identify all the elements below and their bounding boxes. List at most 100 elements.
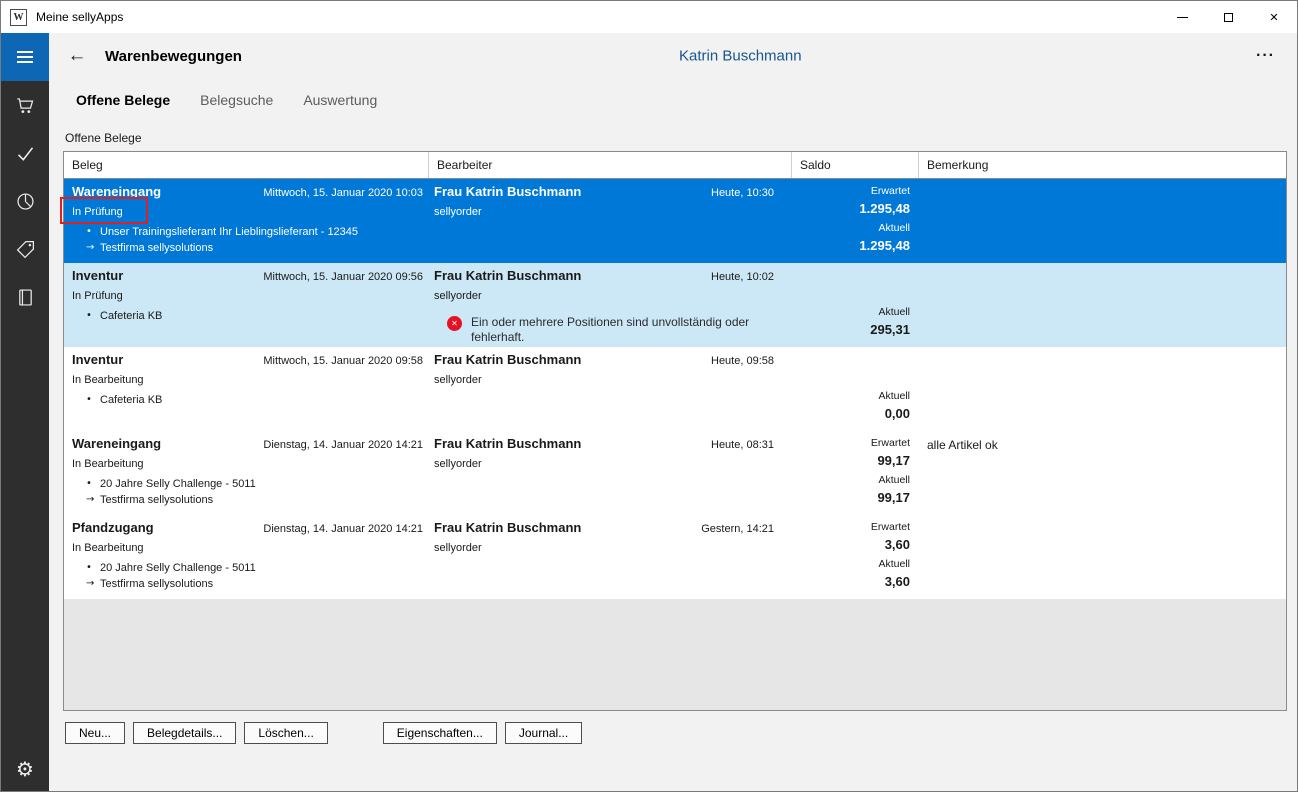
table-row[interactable]: Inventur Mittwoch, 15. Januar 2020 09:58…	[64, 347, 1286, 431]
app-logo-letter: W	[14, 12, 24, 23]
saldo-actual-label: Aktuell	[792, 556, 910, 573]
beleg-items: •Cafeteria KB	[72, 394, 423, 406]
eigenschaften-button[interactable]: Eigenschaften...	[383, 722, 497, 744]
bearbeiter-name: Frau Katrin Buschmann	[434, 184, 581, 199]
cart-icon	[15, 95, 36, 116]
table-row[interactable]: Wareneingang Dienstag, 14. Januar 2020 1…	[64, 431, 1286, 515]
action-bar: Neu... Belegdetails... Löschen... Eigens…	[65, 722, 1297, 744]
titlebar: W Meine sellyApps ✕	[1, 1, 1297, 33]
bullet-icon: •	[86, 310, 100, 322]
bemerkung-cell	[919, 179, 1286, 263]
loeschen-button[interactable]: Löschen...	[244, 722, 327, 744]
saldo-expected-value: 99,17	[792, 452, 910, 472]
sidebar-item-cart[interactable]	[1, 81, 49, 129]
beleg-target-item: →Testfirma sellysolutions	[72, 242, 423, 254]
bemerkung-cell	[919, 515, 1286, 599]
beleg-detail-item: •Cafeteria KB	[72, 394, 423, 406]
error-text: Ein oder mehrere Positionen sind unvolls…	[471, 315, 763, 344]
beleg-cell: Wareneingang Dienstag, 14. Januar 2020 1…	[64, 431, 429, 515]
beleg-date: Dienstag, 14. Januar 2020 14:21	[263, 439, 423, 451]
minimize-icon	[1177, 17, 1188, 18]
beleg-status: In Bearbeitung	[72, 542, 423, 554]
bemerkung-cell	[919, 347, 1286, 431]
table-row[interactable]: Pfandzugang Dienstag, 14. Januar 2020 14…	[64, 515, 1286, 599]
table-caption: Offene Belege	[65, 131, 1297, 145]
saldo-expected-label: Erwartet	[792, 435, 910, 452]
bearbeiter-time: Heute, 10:02	[711, 271, 774, 283]
beleg-date: Mittwoch, 15. Januar 2020 09:56	[263, 271, 423, 283]
app-logo-icon: W	[10, 9, 27, 26]
table-row[interactable]: Inventur Mittwoch, 15. Januar 2020 09:56…	[64, 263, 1286, 347]
app-window: W Meine sellyApps ✕	[0, 0, 1298, 792]
bearbeiter-cell: Frau Katrin Buschmann Heute, 10:02 selly…	[429, 263, 792, 347]
saldo-actual-value: 295,31	[792, 321, 910, 341]
sidebar-spacer	[1, 321, 49, 745]
beleg-status: In Bearbeitung	[72, 374, 423, 386]
beleg-items: •20 Jahre Selly Challenge - 5011→Testfir…	[72, 562, 423, 590]
back-icon: ←	[68, 45, 87, 67]
beleg-type: Inventur	[72, 352, 123, 367]
bemerkung-cell	[919, 263, 1286, 347]
beleg-items: •Unser Trainingslieferant Ihr Lieblingsl…	[72, 226, 423, 254]
saldo-expected-label	[792, 267, 910, 284]
user-name[interactable]: Katrin Buschmann	[679, 48, 802, 65]
body-area: Offene Belege Beleg Bearbeiter Saldo Bem…	[49, 121, 1297, 744]
beleg-type: Pfandzugang	[72, 520, 154, 535]
column-header-beleg: Beleg	[64, 152, 429, 178]
belegdetails-button[interactable]: Belegdetails...	[133, 722, 236, 744]
saldo-cell: Erwartet 1.295,48 Aktuell 1.295,48	[792, 179, 919, 263]
bearbeiter-name: Frau Katrin Buschmann	[434, 436, 581, 451]
bearbeiter-app: sellyorder	[434, 458, 774, 470]
sidebar-item-journal[interactable]	[1, 273, 49, 321]
saldo-expected-label: Erwartet	[792, 519, 910, 536]
bearbeiter-time: Heute, 08:31	[711, 439, 774, 451]
menu-button[interactable]	[1, 33, 49, 81]
back-button[interactable]: ←	[62, 41, 92, 71]
beleg-cell: Pfandzugang Dienstag, 14. Januar 2020 14…	[64, 515, 429, 599]
bullet-icon: •	[86, 394, 100, 406]
price-tag-icon	[15, 239, 36, 260]
bearbeiter-app: sellyorder	[434, 374, 774, 386]
beleg-detail-item: •Cafeteria KB	[72, 310, 423, 322]
journal-button[interactable]: Journal...	[505, 722, 582, 744]
tab-belegsuche[interactable]: Belegsuche	[200, 92, 273, 108]
beleg-date: Dienstag, 14. Januar 2020 14:21	[263, 523, 423, 535]
arrow-icon: →	[86, 242, 100, 254]
content-area: ← Warenbewegungen Katrin Buschmann ··· O…	[49, 33, 1297, 792]
minimize-button[interactable]	[1159, 1, 1205, 33]
error-icon: ✕	[447, 316, 462, 331]
beleg-target-item: →Testfirma sellysolutions	[72, 494, 423, 506]
sidebar-item-belege[interactable]	[1, 129, 49, 177]
table-body: Wareneingang Mittwoch, 15. Januar 2020 1…	[64, 179, 1286, 599]
bearbeiter-name: Frau Katrin Buschmann	[434, 520, 581, 535]
beleg-cell: Inventur Mittwoch, 15. Januar 2020 09:58…	[64, 347, 429, 431]
saldo-expected-label: Erwartet	[792, 183, 910, 200]
error-message: ✕ Ein oder mehrere Positionen sind unvol…	[447, 315, 774, 344]
neu-button[interactable]: Neu...	[65, 722, 125, 744]
beleg-status: In Prüfung	[72, 290, 423, 302]
bearbeiter-cell: Frau Katrin Buschmann Heute, 09:58 selly…	[429, 347, 792, 431]
tab-bar: Offene Belege Belegsuche Auswertung	[49, 79, 1297, 121]
bearbeiter-app: sellyorder	[434, 542, 774, 554]
sidebar-item-settings[interactable]: ⚙	[1, 745, 49, 792]
bearbeiter-cell: Frau Katrin Buschmann Heute, 10:30 selly…	[429, 179, 792, 263]
tab-auswertung[interactable]: Auswertung	[303, 92, 377, 108]
saldo-actual-label: Aktuell	[792, 388, 910, 405]
saldo-cell: Erwartet 3,60 Aktuell 3,60	[792, 515, 919, 599]
bearbeiter-name: Frau Katrin Buschmann	[434, 268, 581, 283]
beleg-status: In Prüfung	[72, 206, 423, 218]
tab-offene-belege[interactable]: Offene Belege	[76, 92, 170, 108]
page-title: Warenbewegungen	[105, 48, 242, 65]
maximize-button[interactable]	[1205, 1, 1251, 33]
table-row[interactable]: Wareneingang Mittwoch, 15. Januar 2020 1…	[64, 179, 1286, 263]
maximize-icon	[1224, 13, 1233, 22]
bearbeiter-name: Frau Katrin Buschmann	[434, 352, 581, 367]
sidebar-item-prices[interactable]	[1, 225, 49, 273]
arrow-icon: →	[86, 494, 100, 506]
belege-table: Beleg Bearbeiter Saldo Bemerkung Warenei…	[63, 151, 1287, 711]
saldo-actual-value: 3,60	[792, 573, 910, 593]
beleg-status: In Bearbeitung	[72, 458, 423, 470]
sidebar-item-statistics[interactable]	[1, 177, 49, 225]
more-button[interactable]: ···	[1248, 43, 1283, 69]
close-button[interactable]: ✕	[1251, 1, 1297, 33]
